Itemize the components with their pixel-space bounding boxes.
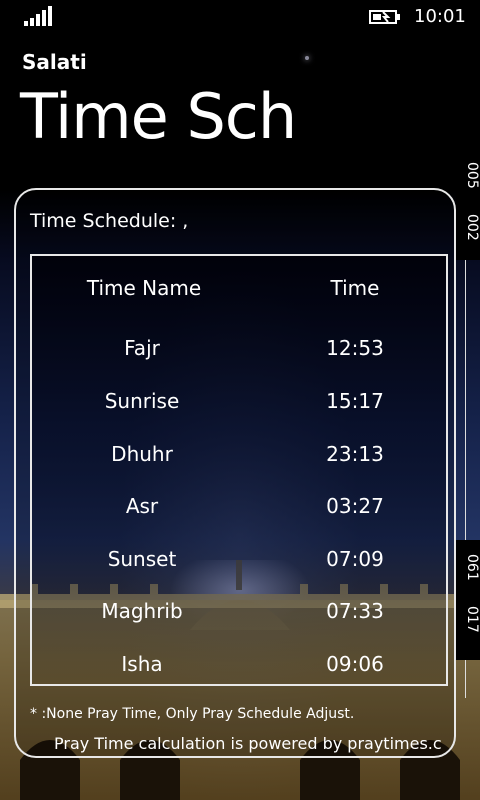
credit-link[interactable]: Pray Time calculation is powered by pray… [54,734,452,753]
prayer-time: 03:27 [326,494,384,518]
table-row[interactable]: Sunrise 15:17 [32,389,450,429]
app-title: Salati [22,50,87,74]
scale-label: 061 [464,554,480,581]
prayer-time-table: Time Name Time Fajr 12:53 Sunrise 15:17 … [30,254,448,686]
scale-block-top: 005 002 [456,160,480,260]
prayer-time: 15:17 [326,389,384,413]
prayer-time: 12:53 [326,336,384,360]
table-header-row: Time Name Time [32,276,450,316]
prayer-time: 23:13 [326,442,384,466]
status-bar: 10:01 [0,0,480,32]
prayer-time: 09:06 [326,652,384,676]
side-scale: 005 002 061 017 [456,160,480,698]
status-clock: 10:01 [414,6,466,27]
prayer-name: Sunrise [104,389,180,413]
signal-bars-icon [24,6,54,26]
scale-label: 005 [464,162,480,189]
scale-label: 017 [464,606,480,633]
prayer-time: 07:09 [326,547,384,571]
prayer-time: 07:33 [326,599,384,623]
schedule-label: Time Schedule: , [30,210,189,232]
column-header-time-name: Time Name [86,276,202,300]
table-row[interactable]: Isha 09:06 [32,652,450,692]
table-row[interactable]: Maghrib 07:33 [32,599,450,639]
table-row[interactable]: Sunset 07:09 [32,547,450,587]
scale-label: 002 [464,214,480,241]
scale-block-bottom: 061 017 [456,540,480,660]
screen: 10:01 Salati Time Sch Time Schedule: , T… [0,0,480,800]
prayer-name: Sunset [107,547,177,571]
prayer-name: Isha [121,652,163,676]
footnote: * :None Pray Time, Only Pray Schedule Ad… [30,706,355,722]
background-star [305,56,309,60]
battery-charging-icon [369,10,400,24]
table-row[interactable]: Fajr 12:53 [32,336,450,376]
column-header-time: Time [330,276,380,300]
prayer-name: Fajr [124,336,160,360]
table-row[interactable]: Dhuhr 23:13 [32,442,450,482]
prayer-name: Dhuhr [111,442,173,466]
page-title: Time Sch [20,80,297,153]
schedule-card: Time Schedule: , Time Name Time Fajr 12:… [14,188,456,758]
prayer-name: Maghrib [101,599,183,623]
table-row[interactable]: Asr 03:27 [32,494,450,534]
prayer-name: Asr [125,494,159,518]
